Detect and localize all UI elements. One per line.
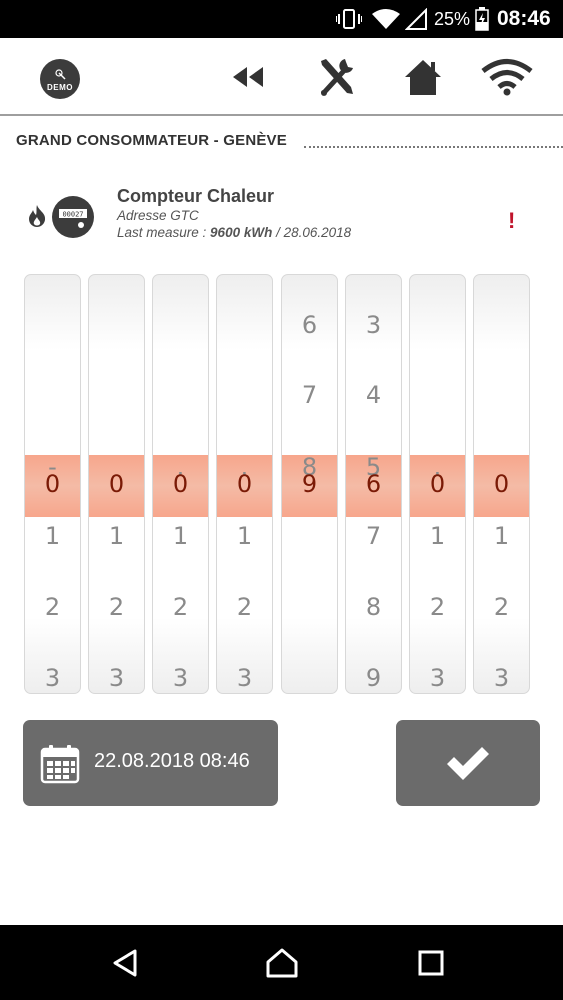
digit-wheel[interactable]: 0 1 2 3	[88, 274, 145, 694]
meter-row[interactable]: 00027 Compteur Chaleur Adresse GTC Last …	[0, 178, 563, 248]
wheel-value: 2	[172, 593, 189, 621]
wheel-value: 1	[493, 522, 510, 550]
section-title: GRAND CONSOMMATEUR - GENÈVE	[16, 132, 287, 149]
digit-wheel[interactable]: 3456789	[345, 274, 402, 694]
wifi-icon	[481, 59, 533, 96]
wheel-value: 1	[108, 522, 125, 550]
meter-name: Compteur Chaleur	[117, 186, 275, 206]
alert-icon: !	[508, 208, 516, 233]
back-rewind-icon	[233, 67, 263, 87]
demo-label: DEMO	[47, 82, 73, 92]
battery-charging-icon	[475, 0, 489, 38]
wheel-value: 1	[429, 522, 446, 550]
nav-bar	[0, 925, 563, 1000]
date-label: 22.08.2018 08:46	[94, 750, 250, 772]
toolbar: DEMO	[0, 38, 563, 116]
wheel-value: 4	[365, 381, 382, 409]
demo-badge[interactable]: DEMO	[40, 59, 80, 99]
meter-last-measure: Last measure : 9600 kWh / 28.06.2018	[117, 225, 351, 240]
wheel-value: 3	[172, 664, 189, 692]
date-picker-button[interactable]: 22.08.2018 08:46	[23, 720, 278, 806]
last-measure-date: / 28.06.2018	[272, 225, 352, 240]
wheel-value: 7	[301, 381, 318, 409]
wheel-selected-value: 0	[172, 470, 189, 498]
last-measure-label: Last measure :	[117, 225, 211, 240]
wheel-value: 6	[301, 311, 318, 339]
wheel-selected-value: 0	[236, 470, 253, 498]
nav-recents-button[interactable]	[396, 925, 466, 1000]
nav-back-button[interactable]	[90, 925, 160, 1000]
wheel-selected-value: 9	[301, 470, 318, 498]
digit-wheel[interactable]: .0123	[409, 274, 466, 694]
checkmark-icon	[447, 747, 489, 780]
wheel-value: 3	[365, 311, 382, 339]
home-button[interactable]	[393, 38, 453, 116]
nav-back-icon	[113, 949, 137, 976]
wheel-selected-value: 0	[108, 470, 125, 498]
section-divider	[304, 146, 563, 148]
digit-wheel[interactable]: 0 1 2 3	[473, 274, 530, 694]
meter-icon-digits: 00027	[62, 211, 83, 219]
wheel-value: 8	[365, 593, 382, 621]
touch-icon	[55, 68, 66, 80]
wheel-value: 7	[365, 522, 382, 550]
wheel-value: 1	[172, 522, 189, 550]
meter-address: Adresse GTC	[117, 208, 199, 223]
digit-wheel[interactable]: .0123	[152, 274, 209, 694]
tools-button[interactable]	[306, 38, 366, 116]
wheel-selected-value: 0	[429, 470, 446, 498]
home-icon	[405, 60, 441, 95]
nav-recents-icon	[418, 950, 444, 975]
vibrate-icon	[336, 0, 362, 38]
digit-wheel[interactable]: .0123	[216, 274, 273, 694]
status-bar: 25% 08:46	[0, 0, 563, 38]
digit-wheel[interactable]: 6789	[281, 274, 338, 694]
wheel-value: 1	[44, 522, 61, 550]
wheel-value: 1	[236, 522, 253, 550]
wheel-value: 2	[493, 593, 510, 621]
wheel-value: 3	[236, 664, 253, 692]
wheel-value: 3	[429, 664, 446, 692]
wheel-value: 3	[108, 664, 125, 692]
wifi-icon	[372, 0, 400, 38]
digit-wheels: -01230123.0123.012367893456789.01230123	[24, 274, 534, 694]
wheel-value: 2	[236, 593, 253, 621]
back-rewind-button[interactable]	[219, 38, 279, 116]
battery-percent: 25%	[434, 8, 471, 29]
wheel-selected-value: 0	[493, 470, 510, 498]
wheel-selected-value: 0	[44, 470, 61, 498]
wheel-value: 2	[44, 593, 61, 621]
nav-home-button[interactable]	[247, 925, 317, 1000]
confirm-button[interactable]	[396, 720, 540, 806]
wheel-value: 3	[44, 664, 61, 692]
clock: 08:46	[497, 7, 551, 30]
wheel-value: 2	[108, 593, 125, 621]
signal-icon	[405, 0, 427, 38]
nav-home-icon	[266, 948, 298, 977]
wheel-selected-value: 6	[365, 470, 382, 498]
wheel-value: 9	[365, 664, 382, 692]
last-measure-value: 9600 kWh	[210, 225, 273, 240]
digit-wheel[interactable]: -0123	[24, 274, 81, 694]
wifi-button[interactable]	[477, 38, 537, 116]
tools-icon	[321, 59, 353, 96]
wheel-value: 3	[493, 664, 510, 692]
flame-icon	[27, 204, 47, 233]
calendar-icon	[40, 744, 80, 789]
wheel-value: 2	[429, 593, 446, 621]
meter-counter-icon: 00027	[52, 196, 94, 238]
